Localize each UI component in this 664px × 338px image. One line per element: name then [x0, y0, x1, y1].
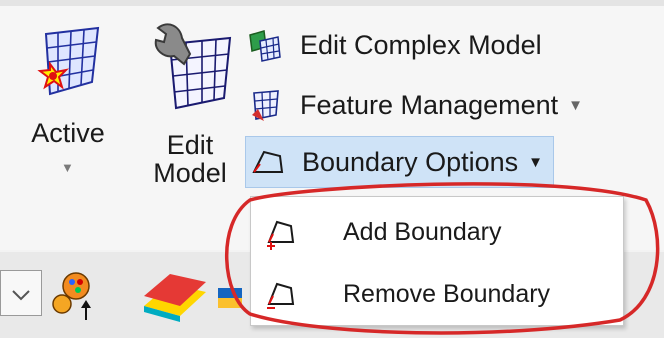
edit-complex-model-button[interactable]: Edit Complex Model [244, 20, 542, 70]
menu-item-add-boundary[interactable]: Add Boundary [251, 203, 623, 261]
palette-icon[interactable] [50, 268, 96, 328]
remove-boundary-icon [263, 276, 299, 312]
boundary-icon [246, 142, 290, 182]
complex-model-icon [244, 25, 288, 65]
boundary-options-menu: Add Boundary Remove Boundary [250, 196, 624, 326]
edit-model-label-line2: Model [153, 158, 227, 188]
boundary-options-label: Boundary Options [302, 146, 519, 177]
layered-terrain-icon[interactable] [140, 266, 210, 326]
remove-boundary-label: Remove Boundary [343, 279, 551, 308]
menu-item-remove-boundary[interactable]: Remove Boundary [251, 265, 623, 323]
edit-model-button[interactable]: Edit Model [140, 14, 240, 189]
boundary-options-dropdown-icon[interactable]: ▼ [528, 154, 543, 171]
add-boundary-icon [263, 214, 299, 250]
layer-icon[interactable] [216, 278, 246, 318]
active-chevron-icon: ▼ [61, 160, 74, 175]
feature-management-label: Feature Management [300, 89, 559, 120]
boundary-options-button[interactable]: Boundary Options ▼ [245, 136, 554, 188]
edit-model-icon [154, 23, 232, 110]
feature-management-dropdown-icon[interactable]: ▼ [568, 97, 583, 114]
active-button[interactable]: Active ▼ [28, 14, 108, 189]
toolbar-dropdown-box[interactable] [0, 270, 42, 316]
add-boundary-label: Add Boundary [343, 217, 502, 246]
ribbon-top-border [0, 0, 664, 6]
active-label: Active [31, 118, 105, 148]
feature-management-icon [244, 85, 288, 125]
edit-model-label-line1: Edit [166, 130, 214, 160]
active-surface-icon [37, 26, 100, 96]
feature-management-button[interactable]: Feature Management ▼ [244, 80, 583, 130]
edit-complex-model-label: Edit Complex Model [300, 29, 542, 60]
chevron-down-icon [12, 290, 30, 301]
